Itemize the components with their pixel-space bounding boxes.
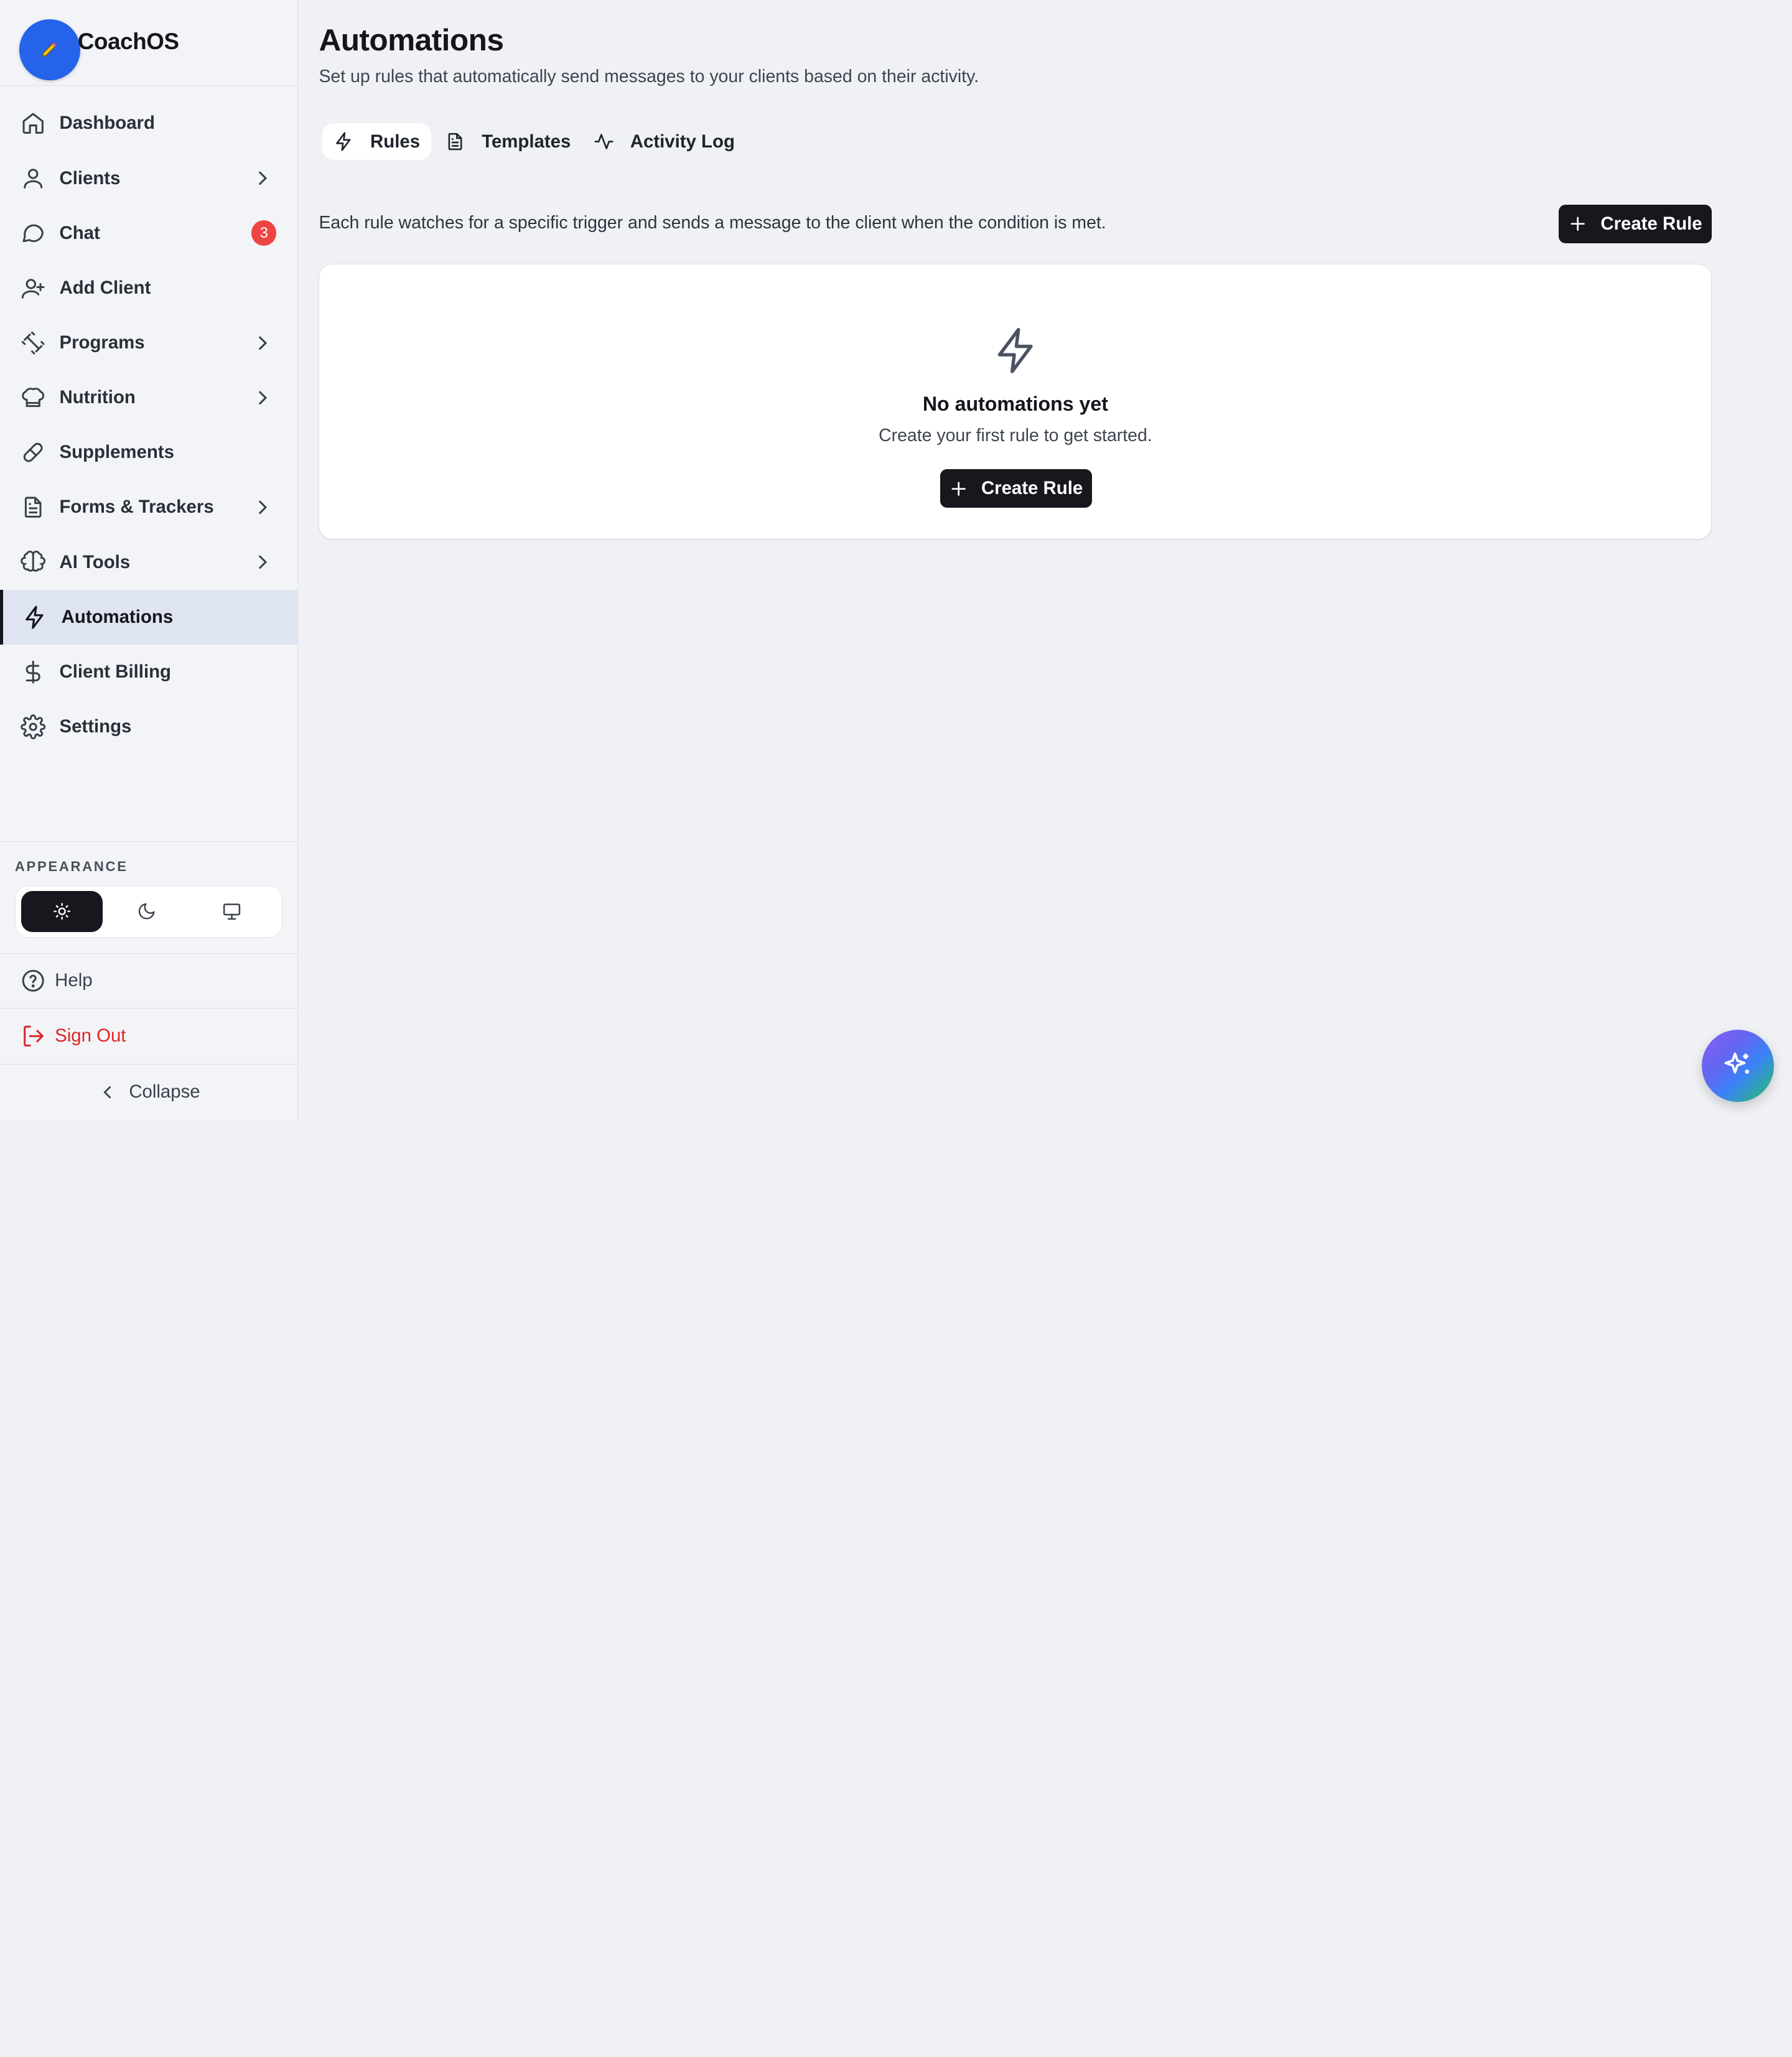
- create-rule-label: Create Rule: [981, 478, 1083, 499]
- sidebar-item-dashboard[interactable]: Dashboard: [0, 96, 297, 151]
- brand-header: CoachOS: [0, 0, 297, 86]
- theme-switcher: [14, 885, 282, 938]
- help-label: Help: [55, 970, 93, 991]
- pencil-icon[interactable]: [19, 19, 80, 80]
- unread-badge: 3: [251, 220, 277, 246]
- user-plus-icon: [21, 276, 45, 301]
- chevron-right-icon[interactable]: [251, 332, 274, 355]
- sidebar-item-label: Settings: [59, 716, 132, 737]
- tab-label: Rules: [370, 131, 421, 152]
- sidebar-item-programs[interactable]: Programs: [0, 315, 297, 370]
- tab-rules[interactable]: Rules: [322, 123, 432, 161]
- chevron-right-icon[interactable]: [251, 551, 274, 574]
- page-subtitle: Set up rules that automatically send mes…: [319, 66, 979, 86]
- sign-out-button[interactable]: Sign Out: [0, 1007, 297, 1064]
- gear-icon: [21, 714, 46, 740]
- rules-info-text: Each rule watches for a specific trigger…: [319, 212, 1106, 233]
- chef-hat-icon: [21, 385, 45, 410]
- sidebar-item-settings[interactable]: Settings: [0, 699, 297, 754]
- dumbbell-icon: [21, 330, 45, 355]
- sidebar-item-label: Add Client: [59, 277, 151, 298]
- sidebar-item-add-client[interactable]: Add Client: [0, 261, 297, 315]
- document-icon: [21, 495, 45, 520]
- sign-out-label: Sign Out: [55, 1025, 126, 1047]
- tab-bar: Rules Templates Activity Log: [319, 121, 746, 162]
- appearance-label: APPEARANCE: [14, 859, 128, 875]
- chevron-right-icon[interactable]: [251, 167, 274, 190]
- moon-icon: [137, 902, 156, 921]
- theme-system-button[interactable]: [191, 891, 273, 932]
- sidebar-item-label: Programs: [59, 332, 145, 353]
- chevron-right-icon[interactable]: [251, 496, 274, 519]
- create-first-rule-button[interactable]: Create Rule: [940, 469, 1093, 508]
- sidebar-item-ai-tools[interactable]: AI Tools: [0, 535, 297, 590]
- collapse-label: Collapse: [129, 1081, 200, 1103]
- sidebar-item-label: Dashboard: [59, 113, 155, 134]
- sidebar-item-nutrition[interactable]: Nutrition: [0, 370, 297, 425]
- zap-icon: [334, 131, 354, 152]
- main-content: Automations Set up rules that automatica…: [319, 0, 1713, 1120]
- sparkles-icon: [1722, 1050, 1753, 1081]
- theme-dark-button[interactable]: [106, 891, 188, 932]
- brain-icon: [21, 549, 46, 574]
- create-rule-label: Create Rule: [1600, 213, 1702, 234]
- log-out-icon: [21, 1024, 45, 1048]
- dollar-icon: [21, 660, 45, 684]
- sidebar-item-label: Chat: [59, 222, 100, 243]
- chevron-left-icon: [97, 1082, 118, 1103]
- sidebar-item-supplements[interactable]: Supplements: [0, 425, 297, 480]
- sidebar-item-automations[interactable]: Automations: [0, 589, 297, 645]
- appearance-section: APPEARANCE: [0, 841, 297, 953]
- sidebar-item-label: Clients: [59, 167, 121, 189]
- page-title: Automations: [319, 22, 504, 57]
- tab-label: Templates: [482, 131, 571, 152]
- ai-assistant-button[interactable]: [1701, 1029, 1774, 1102]
- sidebar-nav: Dashboard Clients Chat 3 Add Client Prog…: [0, 96, 297, 754]
- empty-state-card: No automations yet Create your first rul…: [319, 264, 1712, 539]
- activity-icon: [594, 131, 614, 152]
- sun-icon: [53, 902, 71, 920]
- chat-icon: [21, 220, 45, 245]
- sidebar-item-label: Supplements: [59, 442, 174, 463]
- document-icon: [445, 131, 465, 152]
- brand-name: CoachOS: [77, 28, 179, 54]
- sidebar-item-forms-trackers[interactable]: Forms & Trackers: [0, 480, 297, 534]
- create-rule-button[interactable]: Create Rule: [1559, 204, 1712, 244]
- app-window: CoachOS Dashboard Clients Chat 3 Add Cli…: [0, 0, 1792, 1120]
- sidebar: CoachOS Dashboard Clients Chat 3 Add Cli…: [0, 0, 299, 1120]
- sidebar-item-client-billing[interactable]: Client Billing: [0, 645, 297, 699]
- tab-activity-log[interactable]: Activity Log: [582, 123, 747, 160]
- user-icon: [21, 166, 45, 190]
- sidebar-item-label: Automations: [61, 606, 174, 627]
- empty-state-subtitle: Create your first rule to get started.: [879, 426, 1152, 446]
- collapse-sidebar-button[interactable]: Collapse: [0, 1063, 297, 1120]
- sidebar-item-clients[interactable]: Clients: [0, 151, 297, 205]
- plus-icon: [1569, 215, 1587, 233]
- home-icon: [21, 111, 45, 136]
- tab-label: Activity Log: [630, 131, 735, 152]
- help-circle-icon: [21, 968, 45, 993]
- sidebar-item-label: Nutrition: [59, 387, 136, 408]
- sidebar-item-label: Forms & Trackers: [59, 497, 214, 518]
- pill-icon: [21, 440, 45, 465]
- monitor-icon: [222, 901, 242, 921]
- sidebar-item-label: Client Billing: [59, 661, 171, 682]
- zap-icon: [991, 325, 1042, 376]
- help-link[interactable]: Help: [0, 953, 297, 1008]
- zap-icon: [22, 605, 47, 630]
- tab-templates[interactable]: Templates: [434, 123, 582, 160]
- sidebar-item-chat[interactable]: Chat 3: [0, 206, 297, 261]
- empty-state-title: No automations yet: [922, 392, 1108, 415]
- plus-icon: [950, 480, 968, 498]
- chevron-right-icon[interactable]: [251, 386, 274, 409]
- theme-light-button[interactable]: [21, 890, 103, 932]
- sidebar-item-label: AI Tools: [59, 551, 131, 572]
